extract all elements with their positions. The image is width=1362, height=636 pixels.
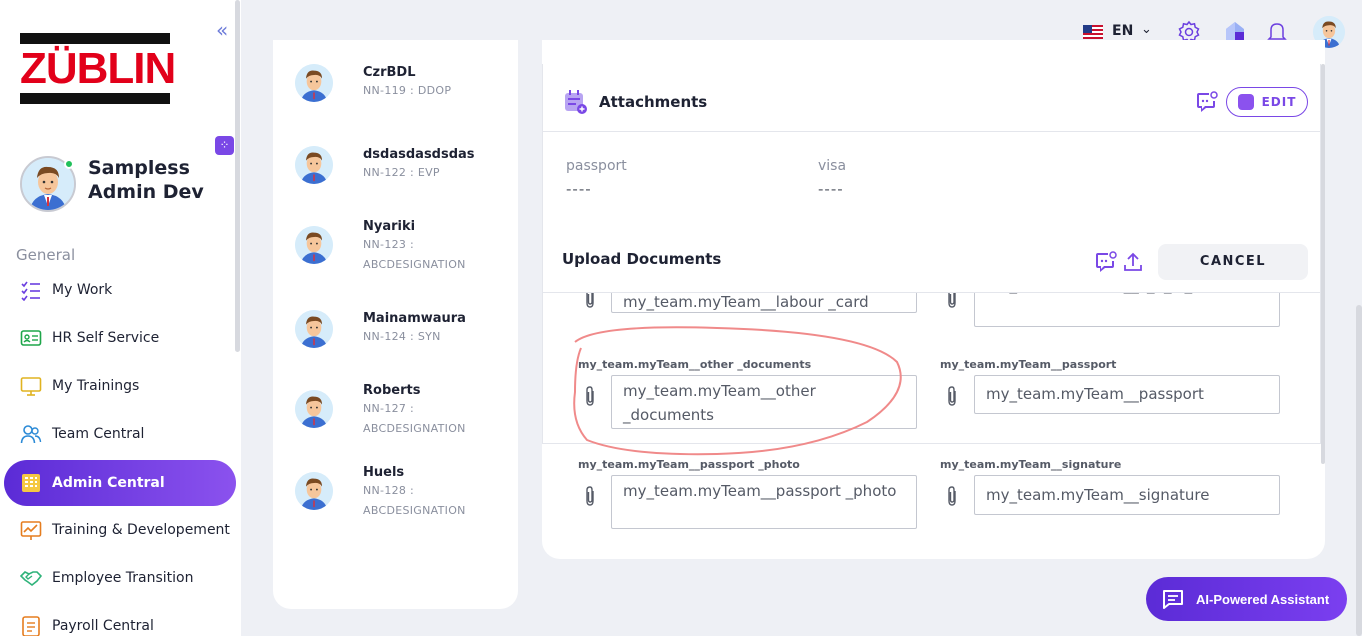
employee-id: NN-123 : ABCDESIGNATION [363, 238, 466, 271]
nav-team-central[interactable]: Team Central [4, 411, 236, 457]
employee-avatar [295, 146, 333, 184]
payroll-icon [22, 616, 40, 636]
highlight-annotation [573, 326, 902, 456]
nav-label: Training & Developement [52, 522, 230, 538]
file-input-passport[interactable]: my_team.myTeam__passport [974, 375, 1280, 414]
paperclip-icon[interactable] [944, 385, 960, 407]
chat-icon [1163, 590, 1183, 609]
nav-label: Team Central [52, 426, 145, 442]
field-value-passport: ---- [566, 180, 592, 198]
monitor-icon [20, 377, 42, 396]
building-icon [22, 474, 40, 492]
page-scrollbar[interactable] [1356, 305, 1362, 636]
paperclip-icon[interactable] [944, 293, 960, 309]
paperclip-icon[interactable] [582, 485, 598, 507]
comment-icon[interactable] [1194, 90, 1218, 114]
employee-id: NN-128 : ABCDESIGNATION [363, 484, 466, 517]
edit-label: EDIT [1261, 95, 1297, 109]
file-input-labour-card[interactable]: my_team.myTeam__labour _card [611, 293, 917, 313]
nav-label: Payroll Central [52, 618, 154, 634]
language-selector[interactable]: EN [1112, 23, 1133, 39]
employee-avatar [295, 310, 333, 348]
field-label-passport-photo: my_team.myTeam__passport _photo [578, 458, 800, 471]
upload-icon[interactable] [1121, 250, 1145, 274]
comment-icon[interactable] [1093, 250, 1117, 274]
file-input-signature[interactable]: my_team.myTeam__signature [974, 475, 1280, 515]
nav-my-trainings[interactable]: My Trainings [4, 363, 236, 409]
sidebar: ZÜBLIN « ⁘ Sampless Admin Dev General My… [0, 0, 241, 636]
file-input-cnc-document[interactable]: my_team.myTeam__c_n_c _document [974, 293, 1280, 327]
chart-icon [20, 521, 42, 540]
collapse-sidebar-icon[interactable]: « [216, 20, 236, 40]
employee-name: Huels [363, 465, 405, 480]
employee-name: Roberts [363, 383, 421, 398]
nav-admin-central[interactable]: Admin Central [4, 460, 236, 506]
nav-training-development[interactable]: Training & Developement [4, 507, 236, 553]
team-icon [20, 425, 42, 444]
employee-id: NN-127 : ABCDESIGNATION [363, 402, 466, 435]
online-status-dot [64, 159, 74, 169]
field-label-passport: passport [566, 158, 627, 174]
ai-assistant-label: AI-Powered Assistant [1196, 591, 1330, 607]
paperclip-icon[interactable] [944, 485, 960, 507]
paperclip-icon[interactable] [582, 293, 598, 309]
upload-documents-area: my_team.myTeam__labour _card my_team.myT… [543, 293, 1320, 533]
id-card-icon [20, 330, 42, 346]
list-item[interactable]: Roberts NN-127 : ABCDESIGNATION [273, 380, 518, 450]
nav-employee-transition[interactable]: Employee Transition [4, 555, 236, 601]
ai-assistant-button[interactable]: AI-Powered Assistant [1146, 577, 1347, 621]
panel-scrollbar[interactable] [1321, 64, 1325, 464]
apps-icon[interactable]: ⁘ [215, 136, 234, 155]
list-item[interactable]: Nyariki NN-123 : ABCDESIGNATION [273, 216, 518, 286]
field-label-signature: my_team.myTeam__signature [940, 458, 1122, 471]
employee-list: CzrBDL NN-119 : DDOP dsdasdasdsdas NN-12… [273, 40, 518, 609]
employee-id: NN-122 : EVP [363, 166, 440, 179]
nav-label: HR Self Service [52, 330, 160, 346]
employee-name: Nyariki [363, 219, 416, 234]
list-item[interactable]: dsdasdasdsdas NN-122 : EVP [273, 144, 518, 214]
attachments-title: Attachments [599, 93, 708, 111]
list-item[interactable]: CzrBDL NN-119 : DDOP [273, 62, 518, 132]
field-label-visa: visa [818, 158, 847, 174]
employee-id: NN-119 : DDOP [363, 84, 452, 97]
edit-icon [1237, 94, 1254, 110]
flag-us-icon[interactable] [1083, 25, 1103, 39]
field-value-visa: ---- [818, 180, 844, 198]
employee-name: CzrBDL [363, 65, 416, 80]
nav-label: My Work [52, 282, 113, 298]
sidebar-scrollbar[interactable] [235, 0, 240, 352]
nav-payroll-central[interactable]: Payroll Central [4, 603, 236, 636]
nav-hr-self-service[interactable]: HR Self Service [4, 315, 236, 361]
chevron-down-icon[interactable]: ⌄ [1141, 22, 1152, 37]
nav-my-work[interactable]: My Work [4, 267, 236, 313]
checklist-icon [21, 281, 40, 301]
employee-name: dsdasdasdsdas [363, 147, 475, 162]
list-item[interactable]: Huels NN-128 : ABCDESIGNATION [273, 462, 518, 532]
employee-id: NN-124 : SYN [363, 330, 441, 343]
calendar-attachment-icon [565, 90, 587, 114]
section-label-general: General [16, 246, 76, 264]
cancel-button[interactable]: CANCEL [1158, 244, 1308, 280]
file-input-passport-photo[interactable]: my_team.myTeam__passport _photo [611, 475, 917, 529]
logo-text: ZÜBLIN [20, 44, 176, 93]
user-name: Sampless Admin Dev [88, 157, 204, 203]
employee-avatar [295, 226, 333, 264]
nav-label: My Trainings [52, 378, 140, 394]
employee-name: Mainamwaura [363, 311, 466, 326]
list-item[interactable]: Mainamwaura NN-124 : SYN [273, 308, 518, 378]
company-logo: ZÜBLIN [20, 33, 176, 105]
divider [543, 131, 1320, 132]
upload-documents-title: Upload Documents [562, 250, 722, 268]
field-label-passport: my_team.myTeam__passport [940, 358, 1117, 371]
handshake-icon [20, 571, 42, 587]
nav-label: Admin Central [52, 475, 165, 491]
employee-avatar [295, 472, 333, 510]
employee-avatar [295, 390, 333, 428]
employee-avatar [295, 64, 333, 102]
edit-button[interactable]: EDIT [1226, 87, 1308, 117]
nav-label: Employee Transition [52, 570, 194, 586]
